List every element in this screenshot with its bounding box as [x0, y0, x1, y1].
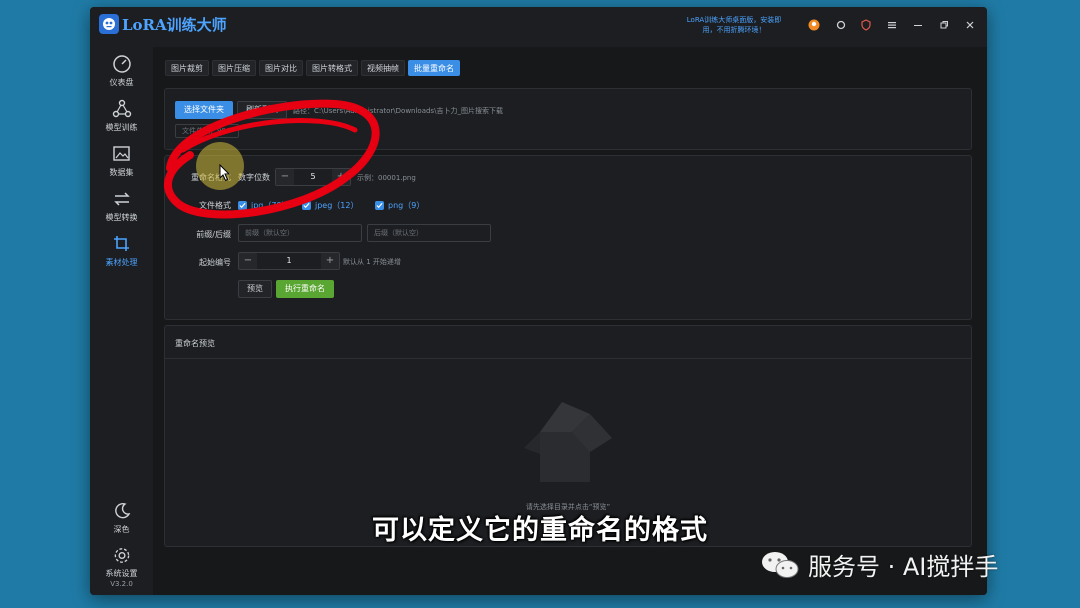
restore-icon[interactable] — [936, 17, 952, 33]
sidebar-item-label: 仪表盘 — [109, 78, 134, 87]
gear-icon — [114, 548, 129, 563]
preview-title: 重命名预览 — [175, 339, 215, 348]
start-number-value: 1 — [286, 256, 292, 265]
sidebar-item-model-convert[interactable]: 模型转换 — [90, 189, 153, 231]
decrement-button[interactable]: − — [239, 253, 257, 269]
sidebar-item-material-processing[interactable]: 素材处理 — [90, 234, 153, 276]
execute-rename-button[interactable]: 执行重命名 — [276, 280, 334, 298]
check-icon — [375, 201, 384, 210]
sidebar-item-label: 数据集 — [109, 168, 134, 177]
tab-image-compress[interactable]: 图片压缩 — [212, 60, 256, 76]
sidebar-item-settings[interactable]: 系统设置 V3.2.0 — [90, 546, 153, 588]
increment-button[interactable]: + — [321, 253, 339, 269]
sidebar-item-label: 模型训练 — [105, 123, 138, 132]
select-folder-button[interactable]: 选择文件夹 — [175, 101, 233, 119]
refresh-icon[interactable] — [833, 17, 849, 33]
watermark: 服务号 · AI搅拌手 — [760, 547, 998, 582]
mouse-cursor-icon — [219, 164, 231, 182]
file-count-badge: 文件总数：99 — [175, 124, 239, 138]
app-title: LoRA训练大师 — [122, 15, 227, 34]
nodes-icon — [112, 99, 131, 118]
start-number-label: 起始编号 — [199, 258, 231, 267]
app-logo: LoRA训练大师 — [99, 13, 227, 35]
empty-box-icon — [524, 402, 612, 482]
start-number-stepper[interactable]: − 1 + — [238, 252, 340, 270]
checkbox-label: png（9） — [388, 201, 425, 210]
checkbox-label: jpeg（12） — [315, 201, 359, 210]
checkbox-label: jpg（78） — [251, 201, 290, 210]
sidebar-item-label: 模型转换 — [105, 213, 138, 222]
wechat-icon — [762, 551, 799, 578]
preview-button[interactable]: 预览 — [238, 280, 272, 298]
folder-panel: 选择文件夹 刷新列表 路径：C:\Users\Administrator\Dow… — [164, 88, 972, 150]
checkbox-jpeg[interactable]: jpeg（12） — [302, 200, 358, 211]
settings-label: 系统设置 — [105, 569, 138, 578]
prefix-suffix-label: 前缀/后缀 — [196, 230, 231, 239]
refresh-list-button[interactable]: 刷新列表 — [237, 101, 287, 119]
check-icon — [302, 201, 311, 210]
rename-example: 示例：00001.png — [357, 174, 416, 182]
sidebar-item-dashboard[interactable]: 仪表盘 — [90, 54, 153, 96]
rename-settings-panel: 重命名格式 数字位数 − 5 + 示例：00001.png 文件格式 jpg（7… — [164, 155, 972, 320]
digits-label: 数字位数 — [238, 173, 270, 182]
images-icon — [112, 146, 130, 161]
crop-icon — [113, 236, 129, 251]
checkbox-png[interactable]: png（9） — [375, 200, 424, 211]
robot-icon — [99, 14, 119, 34]
avatar-icon[interactable] — [806, 17, 822, 33]
app-version: V3.2.0 — [110, 580, 133, 588]
suffix-input[interactable]: 后缀（默认空） — [367, 224, 491, 242]
tab-video-frames[interactable]: 视频抽帧 — [361, 60, 405, 76]
sidebar-item-label: 素材处理 — [105, 258, 138, 267]
digits-value: 5 — [310, 172, 316, 181]
swap-icon — [113, 192, 130, 206]
check-icon — [238, 201, 247, 210]
close-icon[interactable] — [962, 17, 978, 33]
digits-stepper[interactable]: − 5 + — [275, 168, 351, 186]
video-subtitle: 可以定义它的重命名的格式 — [372, 515, 708, 546]
watermark-text: 服务号 · AI搅拌手 — [808, 553, 999, 581]
increment-button[interactable]: + — [332, 169, 350, 185]
tab-image-crop[interactable]: 图片裁剪 — [165, 60, 209, 76]
promo-notice: LoRA训练大师桌面版，安装即用，不用折腾环境！ — [686, 16, 782, 34]
file-format-label: 文件格式 — [199, 201, 231, 210]
title-bar: LoRA训练大师 LoRA训练大师桌面版，安装即用，不用折腾环境！ — [90, 7, 987, 43]
app-window: LoRA训练大师 LoRA训练大师桌面版，安装即用，不用折腾环境！ 仪表盘 模型… — [90, 7, 987, 595]
shield-icon[interactable] — [858, 17, 874, 33]
sidebar-item-model-training[interactable]: 模型训练 — [90, 99, 153, 141]
tool-tabs: 图片裁剪 图片压缩 图片对比 图片转格式 视频抽帧 批量重命名 — [165, 60, 460, 76]
folder-path: 路径：C:\Users\Administrator\Downloads\吉卜力_… — [293, 107, 503, 115]
menu-icon[interactable] — [884, 17, 900, 33]
divider — [165, 358, 971, 359]
decrement-button[interactable]: − — [276, 169, 294, 185]
tab-image-compare[interactable]: 图片对比 — [259, 60, 303, 76]
tab-batch-rename[interactable]: 批量重命名 — [408, 60, 460, 76]
prefix-input[interactable]: 前缀（默认空） — [238, 224, 362, 242]
minimize-icon[interactable] — [910, 17, 926, 33]
checkbox-jpg[interactable]: jpg（78） — [238, 200, 290, 211]
sidebar-item-dataset[interactable]: 数据集 — [90, 144, 153, 186]
start-number-hint: 默认从 1 开始递增 — [343, 258, 401, 266]
gauge-icon — [112, 55, 131, 73]
tab-image-convert[interactable]: 图片转格式 — [306, 60, 358, 76]
